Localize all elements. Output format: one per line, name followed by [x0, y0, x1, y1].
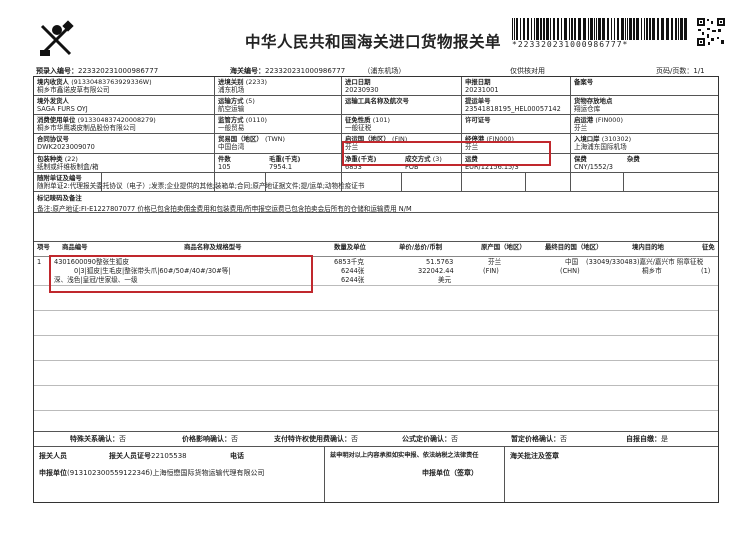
record-no-cell: 备案号 [574, 78, 594, 86]
goods-col-origin: 原产国（地区） [481, 243, 526, 251]
trade-country-cell: 贸易国（地区） (TWN) 中国台湾 [218, 135, 285, 151]
consumer-cell: 消费使用单位 (913304837420008279) 桐乡市华鹰裘皮制品股份有… [37, 116, 156, 132]
insurance-cell: 保费 CNY/1552/3 [574, 155, 613, 171]
vehicle-cell: 运输工具名称及航次号 [345, 97, 409, 105]
bl-cell: 提运单号 23541818195_HEL00057142 [465, 97, 561, 113]
goods-col-price: 单价/总价/币制 [399, 243, 443, 251]
supervision-cell: 监管方式 (0110) 一般贸易 [218, 116, 268, 132]
goods-col-name: 商品名称及规格型号 [184, 243, 242, 251]
origin-port-cell: 启运港 (FIN000) 芬兰 [574, 116, 623, 132]
declarer-unit: 申报单位(91310230055912234б)上海恒懋国际货物运输代理有限公司 [39, 469, 265, 477]
highlight-origin-transit [342, 141, 551, 166]
entry-point-cell: 入境口岸 (310302) 上海浦东国际机场 [574, 135, 632, 151]
levy-nature-cell: 征免性质 (101) 一般征税 [345, 116, 390, 132]
pre-entry-number: 预录入编号：223320231000986777 [36, 67, 159, 75]
goods-qty-2: 6244张 [341, 267, 365, 275]
documents-cell: 随附单证及编号 随附单证2:代理报关委托协议（电子）;发票;企业提供的其他;装箱… [37, 174, 365, 190]
page-number: 页码/页数：1/1 [656, 67, 705, 75]
goods-col-dest: 最终目的国（地区） [545, 243, 603, 251]
consignee-cell: 境内收货人 (91330483763929336W) 桐乡市鑫诺皮草有限公司 [37, 78, 152, 94]
marks-cell: 标记唛码及备注 备注:原产地证:FI-E1227807077 价格已包含拍卖佣金… [37, 194, 412, 213]
goods-total-price: 322042.44 [418, 267, 454, 275]
goods-col-qty: 数量及单位 [334, 243, 366, 251]
goods-levy-code: (1) [701, 267, 711, 275]
barcode-number: *223320231000986777* [512, 40, 629, 49]
shipper-cell: 境外发货人 SAGA FURS OYJ [37, 97, 88, 113]
formula-price-confirm: 公式定价确认：否 [402, 435, 458, 443]
goods-col-no: 项号 [37, 243, 50, 251]
goods-dest: 中国 [565, 258, 579, 266]
goods-col-levy: 征免 [702, 243, 715, 251]
import-date-cell: 进口日期 20230930 [345, 78, 379, 94]
pieces-cell: 件数 105 [218, 155, 231, 171]
highlight-goods-description [49, 255, 313, 293]
gross-weight-cell: 毛重(千克) 7954.1 [269, 155, 301, 171]
entry-port-cell: 进境关别 (2233) 浦东机场 [218, 78, 268, 94]
license-cell: 许可证号 [465, 116, 491, 124]
goods-origin: 芬兰 [488, 258, 502, 266]
customs-approval-label: 海关批注及签章 [510, 452, 559, 460]
transport-cell: 运输方式 (5) 航空运输 [218, 97, 255, 113]
page-title: 中华人民共和国海关进口货物报关单 [245, 33, 502, 51]
qr-code-icon [697, 18, 725, 46]
declarer-staff-label: 报关人员 [39, 452, 67, 460]
declarer-cert: 报关人员证号22105538 [109, 452, 187, 460]
goods-item-no: 1 [37, 258, 42, 266]
package-cell: 包装种类 (22) 纸制或纤维板制盒/箱 [37, 155, 99, 171]
goods-unit-price: 51.5763 [426, 258, 454, 266]
customs-logo [36, 20, 78, 60]
goods-origin-code: (FIN) [483, 267, 499, 275]
provisional-price-confirm: 暂定价格确认：否 [511, 435, 567, 443]
goods-col-district: 境内目的地 [632, 243, 664, 251]
goods-currency: 美元 [438, 276, 452, 284]
declarer-stamp-label: 申报单位（签章） [422, 469, 478, 477]
storage-cell: 货物存放地点 翔运仓库 [574, 97, 613, 113]
price-influence-confirm: 价格影响确认：否 [182, 435, 238, 443]
usage-note: 仅供核对用 [510, 67, 545, 75]
special-relation-confirm: 特殊关系确认：否 [70, 435, 126, 443]
declarer-statement: 兹申明对以上内容承担如实申报、依法纳税之法律责任 [330, 452, 479, 459]
goods-qty-1: 6853千克 [334, 258, 364, 266]
goods-district: (33049/330483)嘉兴/嘉兴市 照章征税 [586, 258, 704, 266]
declare-date-cell: 申报日期 20231001 [465, 78, 499, 94]
customs-number: 海关编号：223320231000986777 （浦东机场） [230, 67, 406, 75]
goods-qty-3: 6244张 [341, 276, 365, 284]
contract-cell: 合同协议号 DWK2023009070 [37, 135, 95, 151]
declarer-phone-label: 电话 [230, 452, 244, 460]
royalty-confirm: 支付特许权使用费确认：否 [274, 435, 358, 443]
misc-fee-cell: 杂费 [627, 155, 640, 163]
self-pay-confirm: 自报自缴：是 [626, 435, 668, 443]
goods-district-2: 桐乡市 [642, 267, 662, 275]
barcode [512, 18, 690, 40]
goods-dest-code: (CHN) [560, 267, 580, 275]
goods-col-code: 商品编号 [62, 243, 88, 251]
